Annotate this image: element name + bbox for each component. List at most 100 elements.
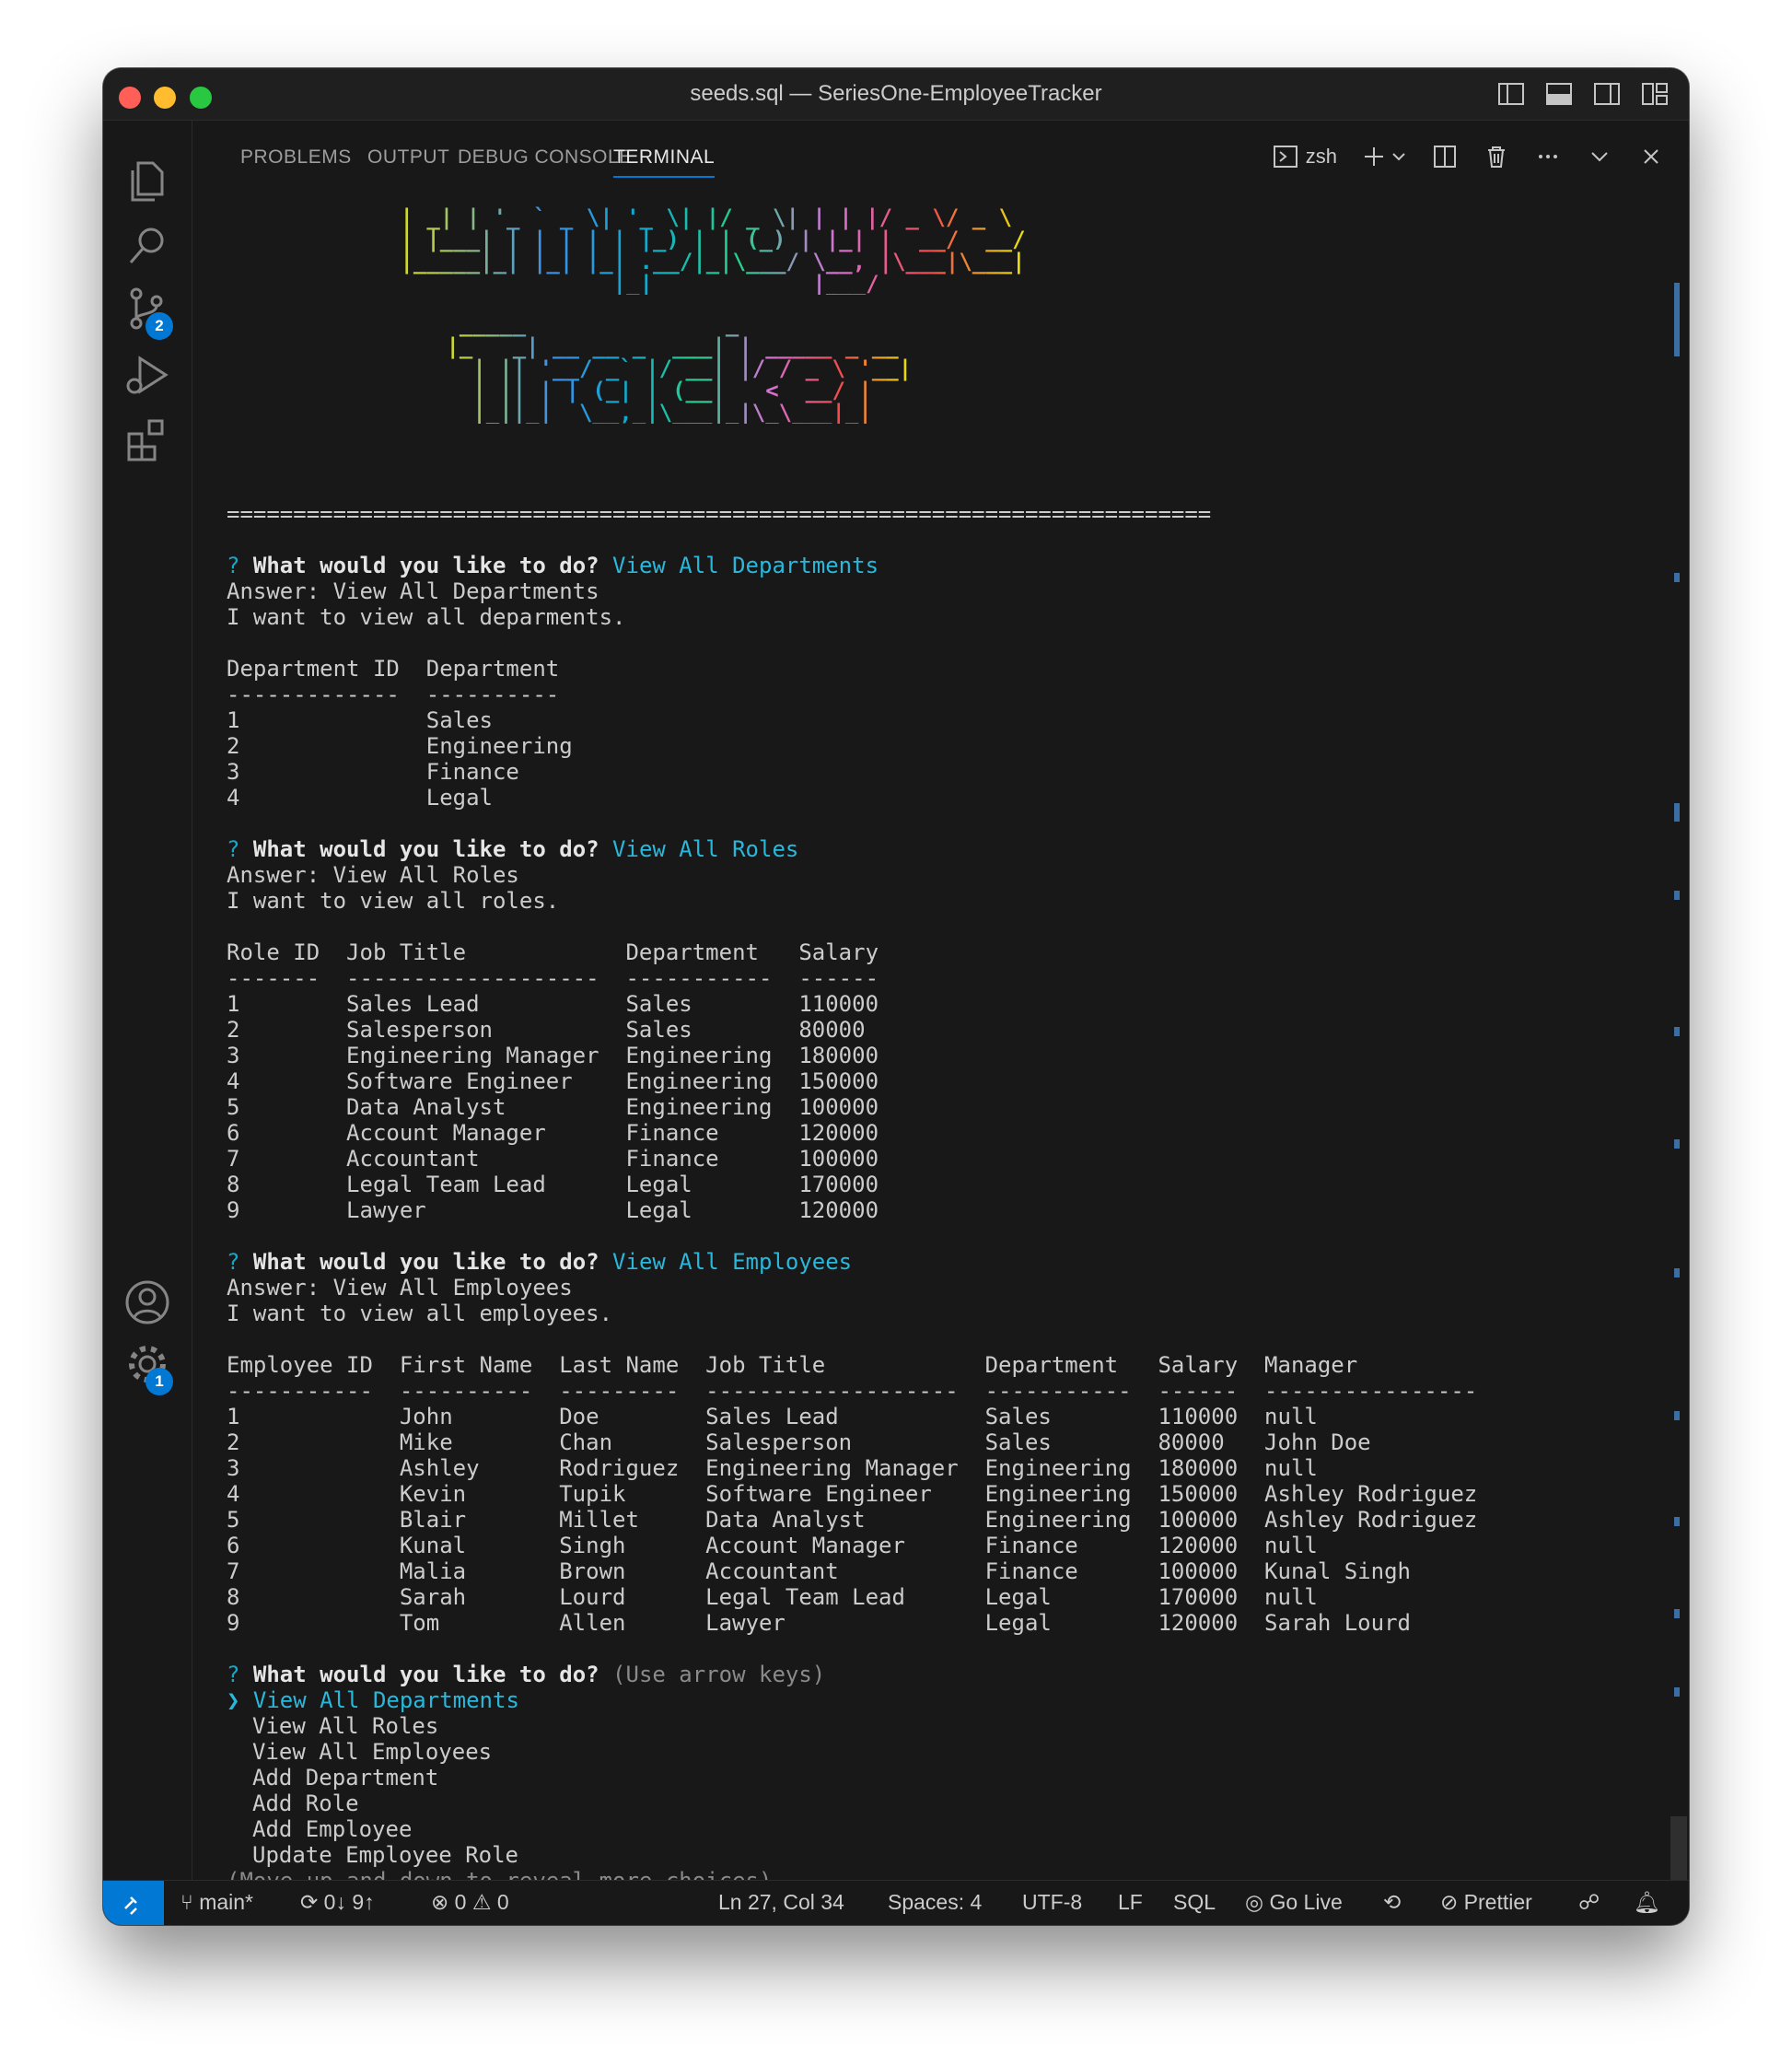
want-line: I want to view all deparments.	[227, 604, 626, 630]
sync-indicator[interactable]: ⟳ 0↓ 9↑	[300, 1890, 375, 1915]
shell-name: zsh	[1305, 145, 1337, 168]
table-line: ------------- ----------	[227, 682, 560, 707]
encoding[interactable]: UTF-8	[1022, 1890, 1082, 1915]
table-line: 2 Engineering	[227, 733, 573, 759]
table-line: 3 Engineering Manager Engineering 180000	[227, 1043, 879, 1068]
split-terminal-icon[interactable]	[1431, 143, 1459, 170]
extensions-icon[interactable]	[122, 414, 173, 465]
ascii-tracker-text: _____ _ |_ _| __ __ _ ___| | _____ _ __ …	[433, 313, 912, 424]
indentation[interactable]: Spaces: 4	[888, 1890, 982, 1915]
active-prompt-line: ? What would you like to do? (Use arrow …	[227, 1662, 826, 1687]
search-icon[interactable]	[122, 220, 173, 272]
customize-layout-icon[interactable]	[1641, 81, 1669, 107]
prompt-line: ? What would you like to do? View All Ro…	[227, 836, 799, 862]
table-line: 8 Legal Team Lead Legal 170000	[227, 1172, 879, 1197]
answer-line: Answer: View All Employees	[227, 1275, 573, 1301]
explorer-icon[interactable]	[122, 156, 173, 207]
broadcast-icon: ◎	[1245, 1890, 1264, 1914]
menu-item[interactable]: Add Role	[227, 1791, 1652, 1816]
warning-icon: ⚠	[471, 1890, 492, 1914]
terminal-shell-selector[interactable]: zsh	[1273, 144, 1337, 169]
table-line: 2 Mike Chan Salesperson Sales 80000 John…	[227, 1429, 1371, 1455]
terminal-icon	[1273, 146, 1297, 168]
tab-output[interactable]: OUTPUT	[367, 146, 449, 169]
more-actions-icon[interactable]	[1534, 143, 1562, 170]
answer-line: Answer: View All Departments	[227, 578, 599, 604]
table-line: 5 Blair Millet Data Analyst Engineering …	[227, 1507, 1478, 1533]
activity-bar: 2 1	[103, 121, 192, 1881]
table-line: 5 Data Analyst Engineering 100000	[227, 1094, 879, 1120]
table-line: 2 Salesperson Sales 80000	[227, 1017, 866, 1043]
terminal-output[interactable]: | _| | '_ ` _ \| '_ \| |/ _ \| | | |/ _ …	[227, 206, 1652, 1894]
feedback-icon[interactable]: ☍	[1578, 1890, 1600, 1915]
new-terminal-button[interactable]	[1361, 144, 1407, 169]
toggle-primary-sidebar-icon[interactable]	[1497, 81, 1525, 107]
cursor-position[interactable]: Ln 27, Col 34	[718, 1890, 844, 1915]
table-line: Employee ID First Name Last Name Job Tit…	[227, 1352, 1358, 1378]
vscode-window: seeds.sql — SeriesOne-EmployeeTracker 2	[103, 68, 1689, 1925]
menu-item[interactable]: View All Employees	[227, 1739, 1652, 1765]
table-line: 4 Kevin Tupik Software Engineer Engineer…	[227, 1481, 1478, 1507]
prettier-button[interactable]: ⊘ Prettier	[1440, 1890, 1532, 1915]
maximize-panel-chevron-icon[interactable]	[1586, 143, 1613, 170]
branch-icon: ⑂	[180, 1890, 193, 1914]
tab-debug-console[interactable]: DEBUG CONSOLE	[458, 146, 633, 169]
menu-item-selected[interactable]: ❯ View All Departments	[227, 1687, 1652, 1713]
menu-item[interactable]: View All Roles	[227, 1713, 1652, 1739]
status-bar: ⑂ main* ⟳ 0↓ 9↑ ⊗ 0 ⚠ 0 Ln 27, Col 34 Sp…	[103, 1880, 1689, 1925]
tab-terminal[interactable]: TERMINAL	[613, 146, 716, 178]
source-control-icon[interactable]: 2	[122, 283, 173, 340]
ascii-banner: | _| | '_ ` _ \| '_ \| |/ _ \| | | |/ _ …	[227, 206, 1652, 501]
remote-indicator[interactable]	[103, 1881, 164, 1925]
table-line: 6 Account Manager Finance 120000	[227, 1120, 879, 1146]
remote-icon	[124, 1896, 137, 1915]
table-line: 8 Sarah Lourd Legal Team Lead Legal 1700…	[227, 1584, 1318, 1610]
sync-icon: ⟳	[300, 1890, 319, 1914]
table-line: Department ID Department	[227, 656, 560, 682]
accounts-icon[interactable]	[122, 1277, 173, 1328]
table-line: 1 Sales Lead Sales 110000	[227, 991, 879, 1017]
notifications-bell-icon[interactable]: 🔔︎	[1634, 1890, 1660, 1915]
manage-gear-icon[interactable]: 1	[122, 1338, 173, 1395]
end-of-line[interactable]: LF	[1118, 1890, 1143, 1915]
want-line: I want to view all roles.	[227, 888, 560, 914]
title-bar: seeds.sql — SeriesOne-EmployeeTracker	[103, 68, 1689, 121]
table-line: 9 Lawyer Legal 120000	[227, 1197, 879, 1223]
go-live-button[interactable]: ◎ Go Live	[1245, 1890, 1343, 1915]
prettier-check-icon: ⊘	[1440, 1890, 1459, 1914]
ascii-employee-text: | _| | '_ ` _ \| '_ \| |/ _ \| | | |/ _ …	[387, 206, 1025, 295]
prompt-line: ? What would you like to do? View All Em…	[227, 1249, 853, 1275]
table-line: 4 Legal	[227, 785, 493, 811]
menu-item[interactable]: Add Department	[227, 1765, 1652, 1791]
copilot-icon[interactable]: ⟲	[1383, 1890, 1401, 1915]
toggle-panel-icon[interactable]	[1545, 81, 1573, 107]
menu-item[interactable]: Add Employee	[227, 1816, 1652, 1842]
terminal-scrollbar[interactable]	[1665, 191, 1689, 1925]
table-line: 7 Malia Brown Accountant Finance 100000 …	[227, 1558, 1411, 1584]
terminal-actions: zsh	[1273, 143, 1665, 170]
answer-line: Answer: View All Roles	[227, 862, 519, 888]
settings-badge: 1	[145, 1368, 173, 1395]
table-line: 1 Sales	[227, 707, 493, 733]
table-line: Role ID Job Title Department Salary	[227, 939, 879, 965]
problems-indicator[interactable]: ⊗ 0 ⚠ 0	[431, 1890, 509, 1915]
menu-item[interactable]: Update Employee Role	[227, 1842, 1652, 1868]
window-title: seeds.sql — SeriesOne-EmployeeTracker	[690, 81, 1102, 106]
separator-line: ========================================…	[227, 501, 1212, 527]
panel-header: PROBLEMS OUTPUT DEBUG CONSOLE TERMINAL z…	[192, 121, 1689, 191]
table-line: ----------- ---------- --------- -------…	[227, 1378, 1478, 1404]
trash-icon[interactable]	[1483, 143, 1510, 170]
run-debug-icon[interactable]	[122, 349, 173, 401]
table-line: 4 Software Engineer Engineering 150000	[227, 1068, 879, 1094]
branch-indicator[interactable]: ⑂ main*	[180, 1890, 253, 1915]
error-icon: ⊗	[431, 1890, 449, 1914]
tab-problems[interactable]: PROBLEMS	[240, 146, 352, 169]
layout-controls	[1497, 81, 1669, 107]
plus-icon	[1365, 147, 1383, 166]
table-line: 1 John Doe Sales Lead Sales 110000 null	[227, 1404, 1318, 1429]
language-mode[interactable]: SQL	[1173, 1890, 1216, 1915]
toggle-secondary-sidebar-icon[interactable]	[1593, 81, 1621, 107]
table-line: 9 Tom Allen Lawyer Legal 120000 Sarah Lo…	[227, 1610, 1411, 1636]
table-line: 6 Kunal Singh Account Manager Finance 12…	[227, 1533, 1318, 1558]
close-panel-icon[interactable]	[1637, 143, 1665, 170]
